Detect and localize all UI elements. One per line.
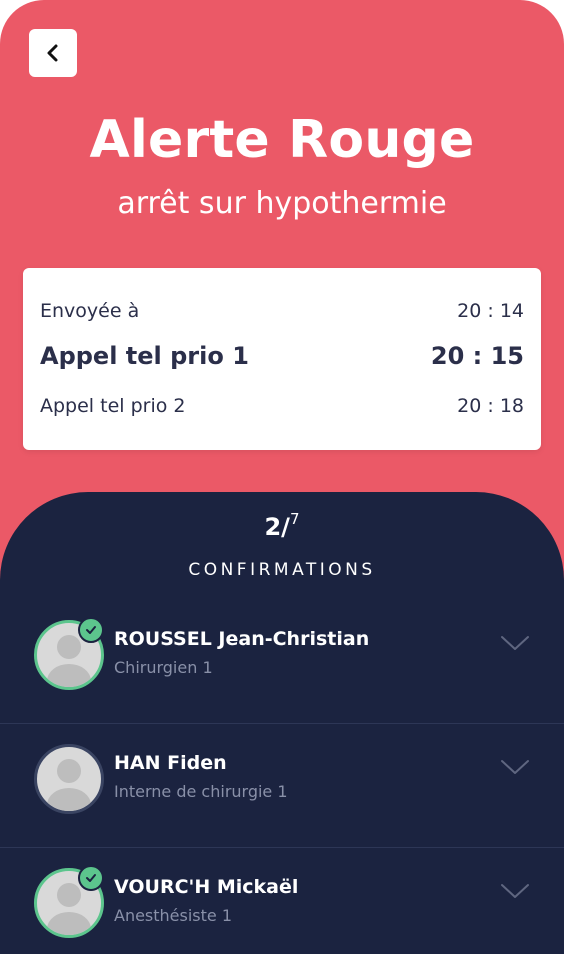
chevron-down-icon[interactable] [500, 758, 530, 776]
person-role: Anesthésiste 1 [114, 906, 233, 925]
chevron-down-icon[interactable] [500, 882, 530, 900]
check-icon [78, 617, 104, 643]
avatar-placeholder [47, 759, 91, 811]
back-button[interactable] [29, 29, 77, 77]
confirmations-label: CONFIRMATIONS [188, 560, 376, 580]
sent-row: Envoyée à 20 : 14 [40, 300, 524, 322]
person-name: VOURC'H Mickaël [114, 876, 299, 898]
alert-title: Alerte Rouge [89, 110, 475, 170]
timing-card: Envoyée à 20 : 14 Appel tel prio 1 20 : … [23, 268, 541, 450]
prio2-label: Appel tel prio 2 [40, 395, 186, 417]
prio1-label: Appel tel prio 1 [40, 342, 249, 370]
alert-subtitle: arrêt sur hypothermie [117, 186, 447, 221]
confirmations-panel: 2/7 CONFIRMATIONS ROUSSEL Jean-Christian… [0, 492, 564, 954]
check-icon [78, 865, 104, 891]
confirmed-count: 2/ [264, 513, 290, 541]
prio2-time: 20 : 18 [457, 395, 524, 417]
chevron-down-icon[interactable] [500, 634, 530, 652]
person-name: HAN Fiden [114, 752, 227, 774]
person-role: Interne de chirurgie 1 [114, 782, 288, 801]
list-item[interactable]: HAN Fiden Interne de chirurgie 1 [0, 724, 564, 848]
list-item[interactable]: VOURC'H Mickaël Anesthésiste 1 [0, 848, 564, 954]
person-name: ROUSSEL Jean-Christian [114, 628, 370, 650]
alert-screen: Alerte Rouge arrêt sur hypothermie Envoy… [0, 0, 564, 954]
list-item[interactable]: ROUSSEL Jean-Christian Chirurgien 1 [0, 600, 564, 724]
sent-label: Envoyée à [40, 300, 140, 322]
chevron-left-icon [47, 44, 58, 62]
person-role: Chirurgien 1 [114, 658, 213, 677]
confirmation-count: 2/7 [0, 510, 564, 541]
sent-time: 20 : 14 [457, 300, 524, 322]
avatar [34, 744, 104, 814]
prio1-row: Appel tel prio 1 20 : 15 [40, 342, 524, 370]
prio2-row: Appel tel prio 2 20 : 18 [40, 395, 524, 417]
total-count: 7 [289, 510, 300, 528]
people-list: ROUSSEL Jean-Christian Chirurgien 1 HAN … [0, 600, 564, 954]
prio1-time: 20 : 15 [430, 342, 524, 370]
